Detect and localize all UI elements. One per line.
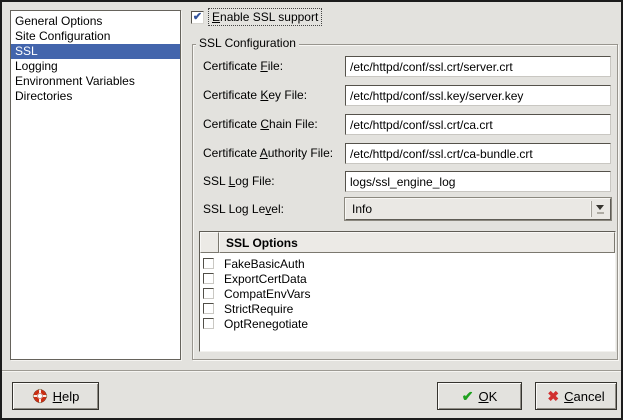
sidebar-item-ssl[interactable]: SSL — [11, 44, 180, 59]
ssl-options-table-header: SSL Options — [200, 232, 615, 253]
option-label: ExportCertData — [224, 272, 307, 286]
ssl-options-checkbox-column-header[interactable] — [200, 232, 219, 253]
ssl-configuration-frame: SSL Configuration Certificate File: Cert… — [192, 44, 618, 360]
life-preserver-icon — [32, 388, 48, 404]
sidebar-item-site-configuration[interactable]: Site Configuration — [11, 29, 180, 44]
certificate-file-label: Certificate File: — [203, 59, 283, 73]
frame-title: SSL Configuration — [196, 36, 299, 50]
exportcertdata-checkbox[interactable] — [203, 273, 214, 284]
sidebar-item-directories[interactable]: Directories — [11, 89, 180, 104]
help-button[interactable]: Help — [12, 382, 99, 410]
httpd-config-window: General Options Site Configuration SSL L… — [0, 0, 623, 420]
ssl-log-file-label: SSL Log File: — [203, 174, 275, 188]
enable-ssl-label[interactable]: Enable SSL support — [209, 9, 321, 25]
ssl-log-file-input[interactable] — [345, 171, 611, 192]
option-label: OptRenegotiate — [224, 317, 308, 331]
optrenegotiate-checkbox[interactable] — [203, 318, 214, 329]
ok-button[interactable]: ✔ OK — [437, 382, 522, 410]
help-button-label: Help — [53, 389, 80, 404]
fakebasicauth-checkbox[interactable] — [203, 258, 214, 269]
sidebar-item-logging[interactable]: Logging — [11, 59, 180, 74]
compatenvvars-checkbox[interactable] — [203, 288, 214, 299]
option-label: StrictRequire — [224, 302, 293, 316]
dropdown-arrow-icon — [591, 201, 608, 217]
certificate-file-input[interactable] — [345, 56, 611, 77]
category-list: General Options Site Configuration SSL L… — [10, 10, 181, 360]
certificate-authority-file-label: Certificate Authority File: — [203, 146, 333, 160]
table-row[interactable]: FakeBasicAuth — [200, 256, 615, 271]
certificate-chain-file-input[interactable] — [345, 114, 611, 135]
ssl-options-table: SSL Options FakeBasicAuth ExportCertData… — [199, 231, 616, 352]
certificate-key-file-label: Certificate Key File: — [203, 88, 307, 102]
sidebar-item-environment-variables[interactable]: Environment Variables — [11, 74, 180, 89]
check-icon: ✔ — [462, 388, 474, 405]
table-row[interactable]: ExportCertData — [200, 271, 615, 286]
ssl-log-level-label: SSL Log Level: — [203, 202, 284, 216]
ssl-options-column-header[interactable]: SSL Options — [219, 232, 615, 253]
footer-separator — [2, 370, 623, 372]
ok-button-label: OK — [478, 389, 497, 404]
cancel-button-label: Cancel — [564, 389, 604, 404]
checkmark-icon: ✔ — [193, 12, 202, 23]
option-label: FakeBasicAuth — [224, 257, 305, 271]
strictrequire-checkbox[interactable] — [203, 303, 214, 314]
certificate-authority-file-input[interactable] — [345, 143, 611, 164]
ssl-options-table-body: FakeBasicAuth ExportCertData CompatEnvVa… — [200, 253, 615, 331]
option-label: CompatEnvVars — [224, 287, 310, 301]
table-row[interactable]: OptRenegotiate — [200, 316, 615, 331]
ssl-log-level-dropdown[interactable]: Info — [345, 198, 611, 220]
sidebar-item-general-options[interactable]: General Options — [11, 14, 180, 29]
table-row[interactable]: StrictRequire — [200, 301, 615, 316]
cancel-button[interactable]: ✖ Cancel — [535, 382, 617, 410]
x-icon: ✖ — [547, 388, 559, 405]
certificate-key-file-input[interactable] — [345, 85, 611, 106]
ssl-log-level-value: Info — [352, 202, 372, 216]
enable-ssl-row: ✔ Enable SSL support — [191, 9, 321, 25]
certificate-chain-file-label: Certificate Chain File: — [203, 117, 318, 131]
table-row[interactable]: CompatEnvVars — [200, 286, 615, 301]
enable-ssl-checkbox[interactable]: ✔ — [191, 11, 204, 24]
